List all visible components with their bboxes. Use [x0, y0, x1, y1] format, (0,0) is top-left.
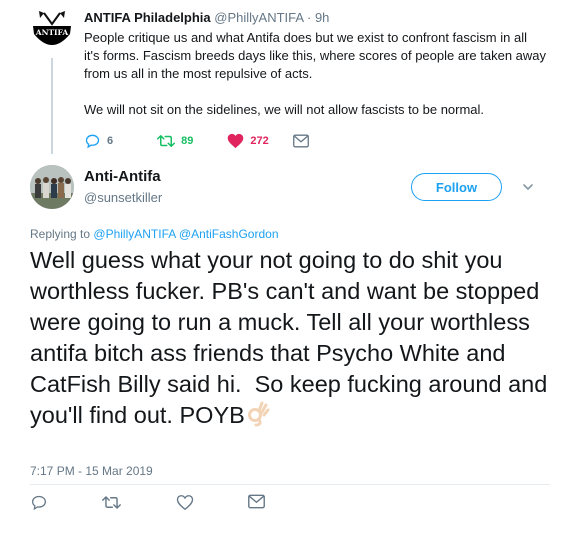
- reply-icon: [31, 495, 47, 511]
- parent-tweet-text: People critique us and what Antifa does …: [84, 29, 546, 119]
- author-name[interactable]: Anti-Antifa: [84, 168, 161, 185]
- reply-button[interactable]: 6: [84, 133, 113, 149]
- message-icon: [292, 134, 309, 148]
- heart-icon: [176, 495, 194, 511]
- message-icon: [248, 494, 265, 509]
- thread-connector: [51, 58, 53, 154]
- retweet-button[interactable]: [102, 494, 121, 512]
- heart-icon: [228, 133, 244, 149]
- retweet-icon: [157, 135, 176, 147]
- retweet-button[interactable]: 89: [157, 133, 193, 149]
- follow-button[interactable]: Follow: [411, 173, 502, 201]
- parent-avatar[interactable]: ANTIFA: [30, 10, 74, 54]
- like-button[interactable]: 272: [227, 133, 269, 149]
- reply-icon: [85, 134, 100, 149]
- reply-count: 6: [107, 135, 114, 147]
- parent-time[interactable]: 9h: [315, 10, 329, 25]
- parent-paragraph: We will not sit on the sidelines, we wil…: [84, 102, 485, 117]
- separator-dot: ·: [306, 10, 312, 25]
- parent-header: ANTIFA Philadelphia @PhillyANTIFA · 9h: [84, 10, 329, 25]
- parent-handle[interactable]: @PhillyANTIFA: [214, 10, 303, 25]
- reply-button[interactable]: [30, 494, 48, 512]
- avatar-label: ANTIFA: [35, 28, 69, 37]
- like-button[interactable]: [176, 494, 194, 512]
- parent-author-name[interactable]: ANTIFA Philadelphia: [84, 10, 211, 25]
- parent-paragraph: People critique us and what Antifa does …: [84, 30, 547, 81]
- replying-to-line: Replying to @PhillyANTIFA @AntiFashGordo…: [30, 227, 279, 241]
- retweet-count: 89: [181, 135, 194, 147]
- ok-hand-emoji: [246, 401, 270, 435]
- tweet-body: Well guess what your not going to do shi…: [30, 245, 550, 435]
- direct-message-button[interactable]: [248, 494, 265, 512]
- chevron-down-icon[interactable]: [521, 180, 535, 194]
- tweet-text: Well guess what your not going to do shi…: [30, 247, 554, 428]
- divider: [30, 484, 550, 485]
- direct-message-button[interactable]: [292, 134, 309, 148]
- author-avatar[interactable]: [30, 165, 74, 209]
- parent-action-bar: 6 89 272: [84, 132, 335, 150]
- replying-to-handles[interactable]: @PhillyANTIFA @AntiFashGordon: [93, 227, 278, 241]
- like-count: 272: [250, 135, 269, 147]
- author-handle[interactable]: @sunsetkiller: [84, 190, 162, 205]
- retweet-icon: [102, 496, 121, 509]
- replying-to-prefix: Replying to: [30, 227, 91, 241]
- tweet-timestamp[interactable]: 7:17 PM - 15 Mar 2019: [30, 464, 153, 478]
